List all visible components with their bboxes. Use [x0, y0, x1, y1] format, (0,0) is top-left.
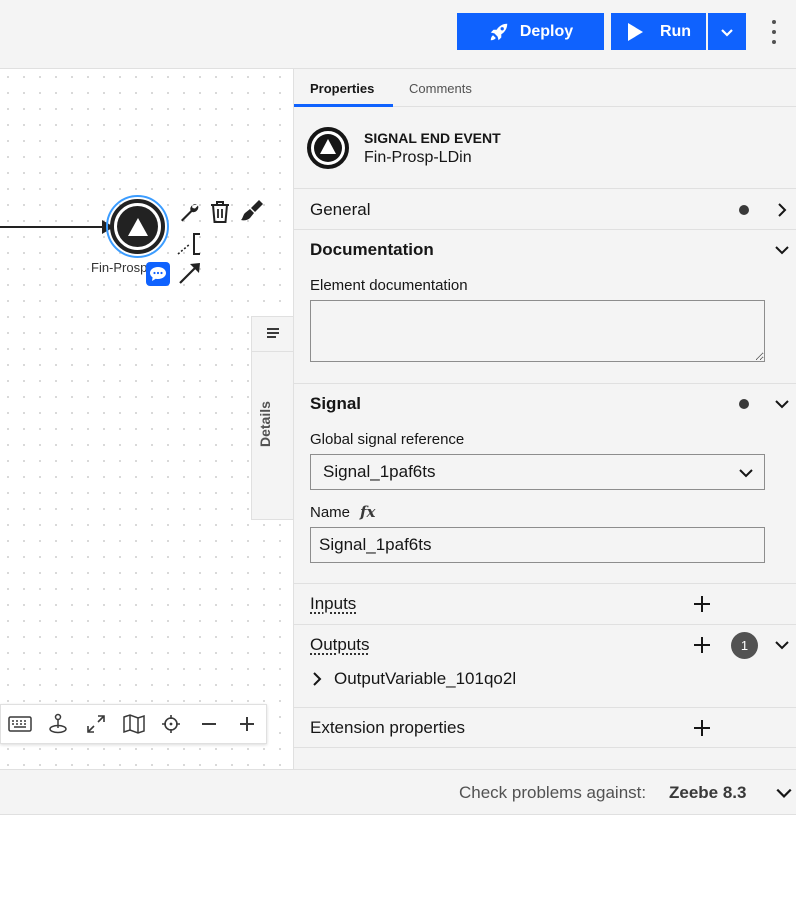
chevron-down-icon [721, 28, 733, 37]
group-outputs-header[interactable]: Outputs 1 [294, 625, 796, 665]
rocket-icon [490, 23, 508, 40]
chevron-down-icon[interactable] [775, 784, 793, 802]
bpmn-canvas[interactable]: Fin-Prosp-LD Details [0, 69, 293, 769]
run-label: Run [659, 22, 692, 40]
feel-expression-icon[interactable]: fx [360, 503, 375, 521]
group-documentation-header[interactable]: Documentation [294, 230, 796, 270]
signal-end-event-shape[interactable] [110, 199, 165, 254]
zoom-in-icon[interactable] [228, 705, 266, 743]
data-indicator-dot [739, 205, 749, 215]
chevron-right-icon [313, 672, 322, 686]
play-icon [627, 22, 643, 41]
add-extension-property-icon[interactable] [692, 718, 712, 738]
signal-name-input[interactable]: Signal_1paf6ts [310, 527, 765, 563]
signal-triangle-icon [127, 217, 148, 236]
documentation-textarea[interactable] [310, 300, 765, 362]
group-extension-title: Extension properties [310, 718, 465, 737]
details-label: Details [257, 401, 273, 447]
outputs-count-badge: 1 [731, 631, 758, 659]
deploy-button[interactable]: Deploy [457, 13, 604, 50]
output-variable-name: OutputVariable_101qo2l [334, 669, 517, 688]
signal-name-label-row: Name fx [310, 503, 375, 521]
text-annotation-icon[interactable] [176, 230, 204, 258]
documentation-label: Element documentation [310, 277, 468, 294]
check-problems-label: Check problems against: [459, 783, 647, 802]
element-header: SIGNAL END EVENT Fin-Prosp-LDin [294, 107, 796, 189]
run-button[interactable]: Run [611, 13, 706, 50]
chevron-down-icon [775, 400, 789, 409]
signal-name-label: Name [310, 503, 351, 521]
trash-icon[interactable] [207, 199, 233, 225]
engine-version-select[interactable]: Zeebe 8.3 [669, 783, 747, 803]
tab-comments[interactable]: Comments [409, 81, 472, 96]
problems-footer: Check problems against: Zeebe 8.3 [0, 769, 796, 815]
crosshair-icon[interactable] [152, 705, 190, 743]
wrench-icon[interactable] [176, 199, 202, 225]
group-signal-header[interactable]: Signal [294, 384, 796, 424]
data-indicator-dot [739, 399, 749, 409]
details-panel-toggle[interactable]: Details [251, 316, 293, 520]
group-extension-header[interactable]: Extension properties [294, 708, 796, 748]
group-inputs-header[interactable]: Inputs [294, 584, 796, 624]
signal-ref-select[interactable]: Signal_1paf6ts [310, 454, 765, 490]
paintbrush-icon[interactable] [238, 197, 266, 225]
chevron-right-icon [778, 203, 787, 217]
chevron-down-icon [775, 641, 789, 650]
group-outputs-title: Outputs [310, 635, 370, 654]
canvas-toolbar [0, 704, 267, 744]
top-toolbar: Deploy Run [0, 0, 796, 69]
panel-tabs: Properties Comments [294, 69, 796, 107]
group-documentation-title: Documentation [310, 240, 434, 259]
divider [294, 747, 796, 748]
add-output-icon[interactable] [692, 635, 712, 655]
fit-to-screen-icon[interactable] [77, 705, 115, 743]
keyboard-icon[interactable] [1, 705, 39, 743]
chevron-down-icon [739, 469, 753, 478]
chevron-down-icon [775, 246, 789, 255]
properties-panel: Properties Comments SIGNAL END EVENT Fin… [293, 69, 796, 769]
sequence-flow[interactable] [0, 226, 104, 228]
run-options-button[interactable] [708, 13, 746, 50]
element-type: SIGNAL END EVENT [364, 130, 501, 146]
element-name: Fin-Prosp-LDin [364, 149, 472, 166]
reset-position-icon[interactable] [39, 705, 77, 743]
zoom-out-icon[interactable] [190, 705, 228, 743]
list-item[interactable]: OutputVariable_101qo2l [310, 669, 516, 689]
tab-properties[interactable]: Properties [310, 81, 374, 96]
signal-name-value: Signal_1paf6ts [319, 535, 432, 554]
signal-end-event-icon [307, 127, 349, 169]
group-signal-title: Signal [310, 394, 362, 413]
signal-ref-value: Signal_1paf6ts [323, 462, 436, 481]
comment-icon[interactable] [146, 262, 170, 286]
signal-ref-label: Global signal reference [310, 431, 465, 448]
add-input-icon[interactable] [692, 594, 712, 614]
group-general-title: General [310, 200, 371, 219]
group-inputs-title: Inputs [310, 594, 357, 613]
minimap-icon[interactable] [115, 705, 153, 743]
group-general-header[interactable]: General [294, 190, 796, 230]
connect-arrow-icon[interactable] [176, 259, 204, 287]
overflow-menu-icon[interactable] [764, 20, 784, 44]
list-icon [267, 328, 279, 338]
deploy-label: Deploy [519, 22, 574, 40]
